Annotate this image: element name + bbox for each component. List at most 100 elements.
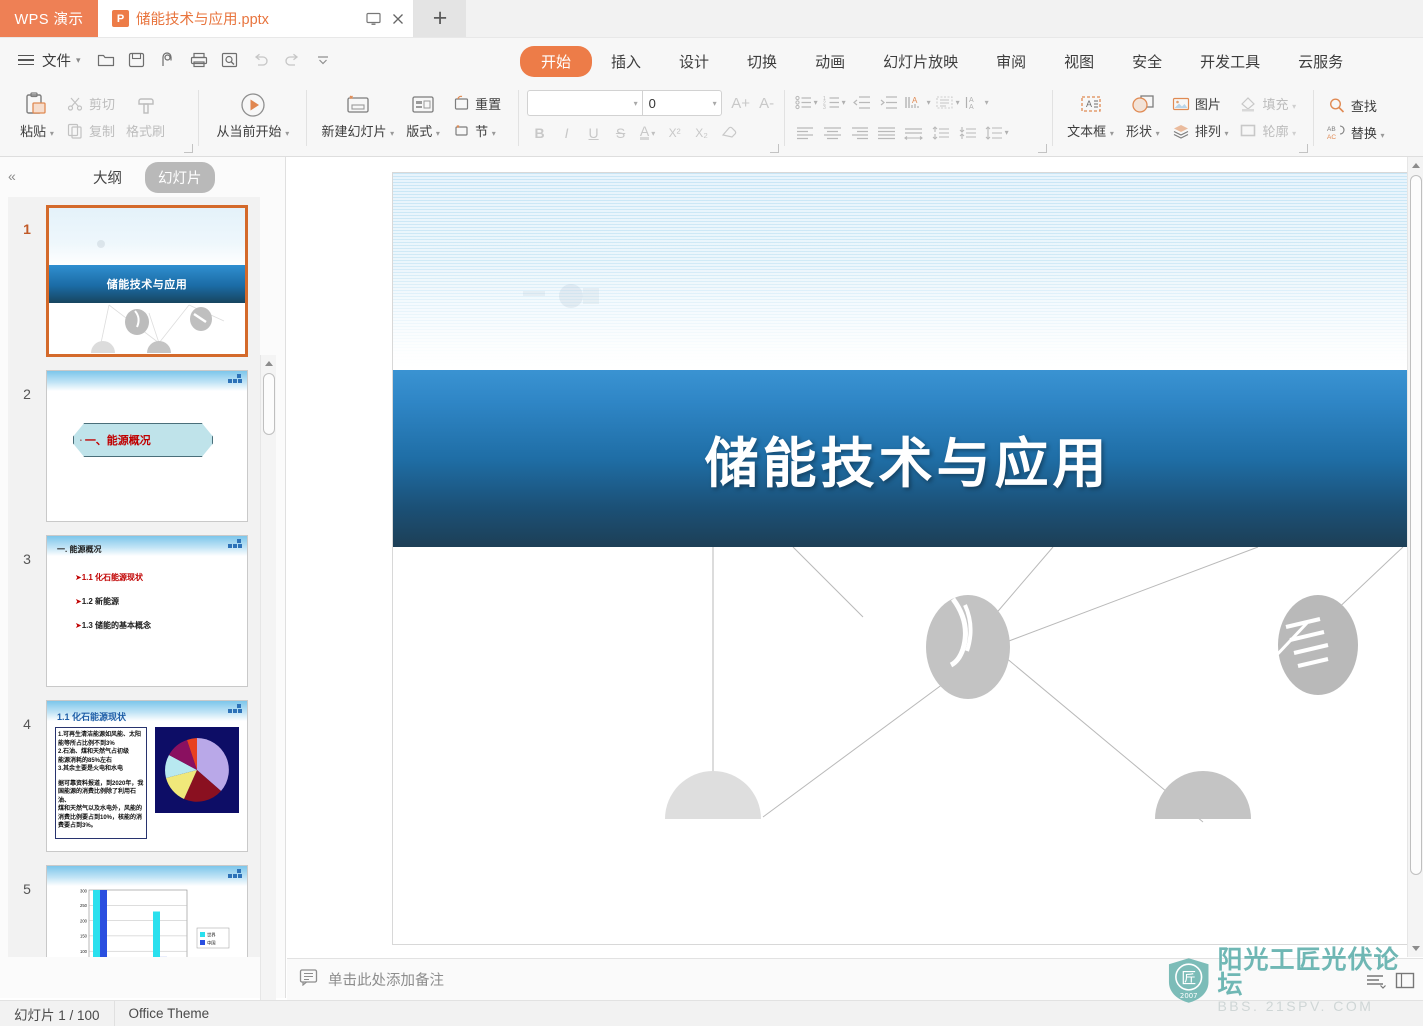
close-icon[interactable]	[391, 12, 405, 26]
thumbnail-scrollbar[interactable]	[260, 355, 276, 1026]
thumbnail-preview-4[interactable]: 1.1 化石能源现状 1.可再生清洁能源如风能、太阳 能等所占比例不到3% 2.…	[46, 700, 248, 852]
decrease-indent-button[interactable]	[849, 90, 875, 115]
ribbon-tab-view[interactable]: 视图	[1045, 46, 1113, 77]
slide-area-scrollbar[interactable]	[1407, 157, 1423, 957]
text-color-button[interactable]: A ▾	[635, 121, 661, 145]
save-button[interactable]	[123, 46, 151, 74]
drawing-dialog-launcher[interactable]	[1298, 144, 1308, 153]
thumbnail-item-4[interactable]: 4 1.1 化石能源现状 1.可再生清洁能源如风能、太阳 能等所占比例不到3% …	[8, 700, 260, 852]
ribbon-tab-review[interactable]: 审阅	[977, 46, 1045, 77]
thumbnail-scrollbar-thumb[interactable]	[263, 373, 275, 435]
thumbnail-item-1[interactable]: 1 储能技术与应用	[8, 205, 260, 357]
shrink-font-button[interactable]: A-	[754, 91, 780, 115]
ribbon-tab-design[interactable]: 设计	[660, 46, 728, 77]
find-button[interactable]: 查找	[1322, 93, 1390, 118]
slide-title-band[interactable]: 储能技术与应用	[393, 369, 1422, 547]
line-spacing-button[interactable]: ▾	[982, 120, 1011, 145]
shapes-button[interactable]: 形状 ▾	[1120, 88, 1166, 142]
notes-pane[interactable]: 单击此处添加备注	[287, 958, 1423, 1000]
replace-button[interactable]: AB AC 替换 ▾	[1322, 120, 1390, 145]
align-center-button[interactable]	[820, 120, 846, 145]
bold-button[interactable]: B	[527, 121, 553, 145]
strikethrough-button[interactable]: S	[608, 121, 634, 145]
scroll-up-arrow-icon[interactable]	[265, 361, 273, 366]
numbering-button[interactable]: 123 ▾	[821, 90, 848, 115]
italic-button[interactable]: I	[554, 121, 580, 145]
print-button[interactable]	[185, 46, 213, 74]
thumbnail-preview-1[interactable]: 储能技术与应用	[46, 205, 248, 357]
text-box-button[interactable]: A 文本框 ▾	[1061, 88, 1120, 142]
picture-button[interactable]: 图片	[1166, 91, 1234, 116]
tab-slides[interactable]: 幻灯片	[145, 161, 215, 193]
monitor-icon[interactable]	[366, 12, 381, 26]
scroll-down-arrow-icon[interactable]	[1412, 946, 1420, 951]
arrange-button[interactable]: 排列 ▾	[1166, 118, 1234, 143]
bullets-button[interactable]: ▾	[793, 90, 820, 115]
font-size-combobox[interactable]: 0 ▾	[641, 90, 722, 116]
superscript-button[interactable]: X²	[662, 121, 688, 145]
new-tab-button[interactable]: +	[414, 0, 466, 37]
ribbon-tab-developer[interactable]: 开发工具	[1181, 46, 1279, 77]
clipboard-dialog-launcher[interactable]	[184, 144, 194, 153]
print-preview-button[interactable]	[216, 46, 244, 74]
reset-button[interactable]: 重置	[446, 91, 506, 116]
space-after-button[interactable]	[955, 120, 981, 145]
font-dialog-launcher[interactable]	[769, 144, 779, 153]
subscript-button[interactable]: X₂	[689, 121, 715, 145]
increase-indent-button[interactable]	[876, 90, 902, 115]
scroll-up-arrow-icon[interactable]	[1412, 163, 1420, 168]
tab-outline[interactable]: 大纲	[80, 162, 135, 193]
columns-button[interactable]: ▾	[934, 90, 962, 115]
file-menu-button[interactable]: 文件 ▾	[14, 46, 89, 74]
copy-button[interactable]: 复制	[60, 118, 120, 143]
align-text-button[interactable]: AA ▾	[963, 90, 991, 115]
ribbon-tab-animations[interactable]: 动画	[796, 46, 864, 77]
redo-button[interactable]	[278, 46, 306, 74]
outline-button[interactable]: 轮廓 ▾	[1233, 118, 1301, 143]
underline-button[interactable]: U	[581, 121, 607, 145]
format-painter-button[interactable]: 格式刷	[120, 88, 171, 142]
thumbnail-list[interactable]: 1 储能技术与应用 2 ● 一、能源概况 3 一. 能源概况 ➤1.1 化石能源…	[8, 197, 260, 957]
collapse-panel-icon[interactable]: «	[8, 168, 16, 184]
save-as-button[interactable]	[154, 46, 182, 74]
paste-button[interactable]: 粘贴 ▾	[14, 88, 60, 142]
layout-button[interactable]: 版式 ▾	[400, 88, 446, 142]
text-direction-button[interactable]: A ▾	[903, 90, 933, 115]
justify-button[interactable]	[874, 120, 900, 145]
thumbnail-preview-2[interactable]: ● 一、能源概况	[46, 370, 248, 522]
clear-format-button[interactable]	[716, 121, 742, 145]
ribbon-tab-transitions[interactable]: 切换	[728, 46, 796, 77]
from-current-slide-button[interactable]: 从当前开始 ▾	[211, 88, 296, 142]
ribbon-tab-slideshow[interactable]: 幻灯片放映	[864, 46, 977, 77]
ribbon-tab-home[interactable]: 开始	[520, 46, 593, 77]
thumbnail-item-2[interactable]: 2 ● 一、能源概况	[8, 370, 260, 522]
thumbnail-item-5[interactable]: 5 0 50 100 150 200 250 300 太阳能 石油 天然气 煤 …	[8, 865, 260, 957]
view-mode-list-icon[interactable]	[1365, 972, 1387, 995]
undo-button[interactable]	[247, 46, 275, 74]
customize-qat-button[interactable]	[309, 46, 337, 74]
space-before-button[interactable]	[928, 120, 954, 145]
fill-button[interactable]: 填充 ▾	[1233, 91, 1301, 116]
cut-button[interactable]: 剪切	[60, 91, 120, 116]
slide-scrollbar-thumb[interactable]	[1410, 175, 1422, 875]
current-slide[interactable]: 储能技术与应用	[392, 172, 1423, 945]
align-right-button[interactable]	[847, 120, 873, 145]
slide-editing-area[interactable]: 储能技术与应用	[287, 157, 1423, 957]
thumbnail-item-3[interactable]: 3 一. 能源概况 ➤1.1 化石能源现状 ➤1.2 新能源 ➤1.3 储能的基…	[8, 535, 260, 687]
document-tab[interactable]: P 储能技术与应用.pptx	[98, 0, 414, 37]
thumbnail-preview-5[interactable]: 0 50 100 150 200 250 300 太阳能 石油 天然气 煤 铀 …	[46, 865, 248, 957]
open-file-button[interactable]	[92, 46, 120, 74]
view-mode-normal-icon[interactable]	[1395, 972, 1415, 995]
paragraph-dialog-launcher[interactable]	[1038, 144, 1048, 153]
section-button[interactable]: 节 ▾	[446, 118, 506, 143]
ribbon-tab-cloud[interactable]: 云服务	[1279, 46, 1362, 77]
grow-font-button[interactable]: A+	[728, 91, 754, 115]
distribute-button[interactable]	[901, 120, 927, 145]
font-name-combobox[interactable]: ▾	[526, 90, 642, 116]
new-slide-button[interactable]: 新建幻灯片 ▾	[315, 88, 400, 142]
align-left-button[interactable]	[793, 120, 819, 145]
fill-label: 填充 ▾	[1262, 97, 1297, 112]
ribbon-tab-insert[interactable]: 插入	[592, 46, 660, 77]
ribbon-tab-security[interactable]: 安全	[1113, 46, 1181, 77]
thumbnail-preview-3[interactable]: 一. 能源概况 ➤1.1 化石能源现状 ➤1.2 新能源 ➤1.3 储能的基本概…	[46, 535, 248, 687]
